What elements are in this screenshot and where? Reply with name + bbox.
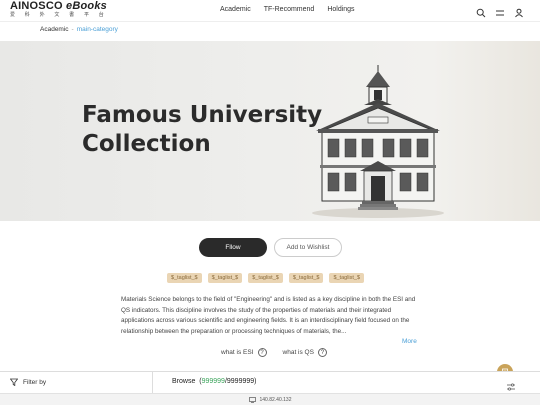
brand-subtitle: 爱 科 外 文 書 平 台 — [10, 12, 108, 18]
more-link[interactable]: More — [402, 338, 417, 345]
filter-icon — [10, 378, 18, 386]
schoolhouse-illustration — [312, 65, 444, 218]
tag-chip[interactable]: $_taglist_$ — [167, 273, 202, 283]
question-icon[interactable]: ? — [317, 348, 327, 357]
brand-suffix: eBooks — [66, 0, 107, 12]
question-icon[interactable]: ? — [257, 348, 267, 357]
breadcrumb-current[interactable]: main-category — [77, 26, 118, 33]
browse-total-count: 9999999 — [226, 378, 255, 385]
hero-banner: Famous University Collection — [0, 41, 540, 221]
banner-title: Famous University Collection — [82, 101, 322, 159]
add-to-wishlist-button[interactable]: Add to Wishlist — [274, 238, 342, 257]
page: AINOSCO eBooks 爱 科 外 文 書 平 台 Academic TF… — [0, 0, 540, 405]
tag-chip[interactable]: $_taglist_$ — [248, 273, 283, 283]
tag-chip[interactable]: $_taglist_$ — [207, 273, 243, 283]
user-icon[interactable] — [514, 5, 524, 18]
collection-description: Materials Science belongs to the field o… — [121, 296, 416, 335]
tag-chip[interactable]: $_taglist_$ — [288, 273, 324, 283]
tag-list: $_taglist_$ $_taglist_$ $_taglist_$ $_ta… — [167, 273, 365, 283]
menu-lines-icon[interactable] — [495, 5, 505, 16]
browse-label: Browse — [172, 378, 196, 385]
follow-button[interactable]: Fllow — [199, 238, 267, 257]
banner-title-line2: Collection — [82, 131, 211, 157]
bottom-bar: Filter by Browse (999999/9999999) — [0, 371, 540, 394]
header-icons — [476, 5, 524, 18]
filter-by-toggle[interactable]: Filter by — [10, 378, 46, 386]
banner-title-line1: Famous University — [82, 102, 323, 128]
what-is-esi-label: what is ESI — [221, 349, 254, 356]
tag-chip[interactable]: $_taglist_$ — [329, 273, 365, 283]
status-bar: 140.82.40.132 — [0, 393, 540, 405]
divider — [152, 372, 153, 394]
nav-academic[interactable]: Academic — [220, 6, 251, 13]
breadcrumb-separator: - — [71, 26, 74, 33]
breadcrumb-root[interactable]: Academic — [40, 26, 69, 33]
what-is-qs[interactable]: what is QS? — [283, 348, 327, 357]
search-icon[interactable] — [476, 5, 486, 18]
what-is-qs-label: what is QS — [282, 349, 314, 356]
nav-holdings[interactable]: Holdings — [327, 6, 354, 13]
brand-name: AINOSCO — [10, 0, 63, 12]
site-logo[interactable]: AINOSCO eBooks 爱 科 外 文 書 平 台 — [10, 1, 108, 18]
browse-count: Browse (999999/9999999) — [172, 378, 257, 385]
main-nav: Academic TF-Recommend Holdings — [220, 6, 355, 13]
breadcrumb: Academic - main-category — [40, 26, 118, 33]
monitor-icon — [248, 396, 256, 403]
filter-label: Filter by — [23, 378, 47, 386]
indicator-help: what is ESI? what is QS? — [221, 348, 327, 357]
what-is-esi[interactable]: what is ESI? — [221, 348, 267, 357]
browse-current-count: 999999 — [201, 378, 225, 385]
nav-tf-recommend[interactable]: TF-Recommend — [264, 6, 315, 13]
client-ip: 140.82.40.132 — [259, 396, 292, 403]
top-header: AINOSCO eBooks 爱 科 外 文 書 平 台 Academic TF… — [0, 0, 540, 22]
action-buttons: Fllow Add to Wishlist — [199, 238, 342, 257]
